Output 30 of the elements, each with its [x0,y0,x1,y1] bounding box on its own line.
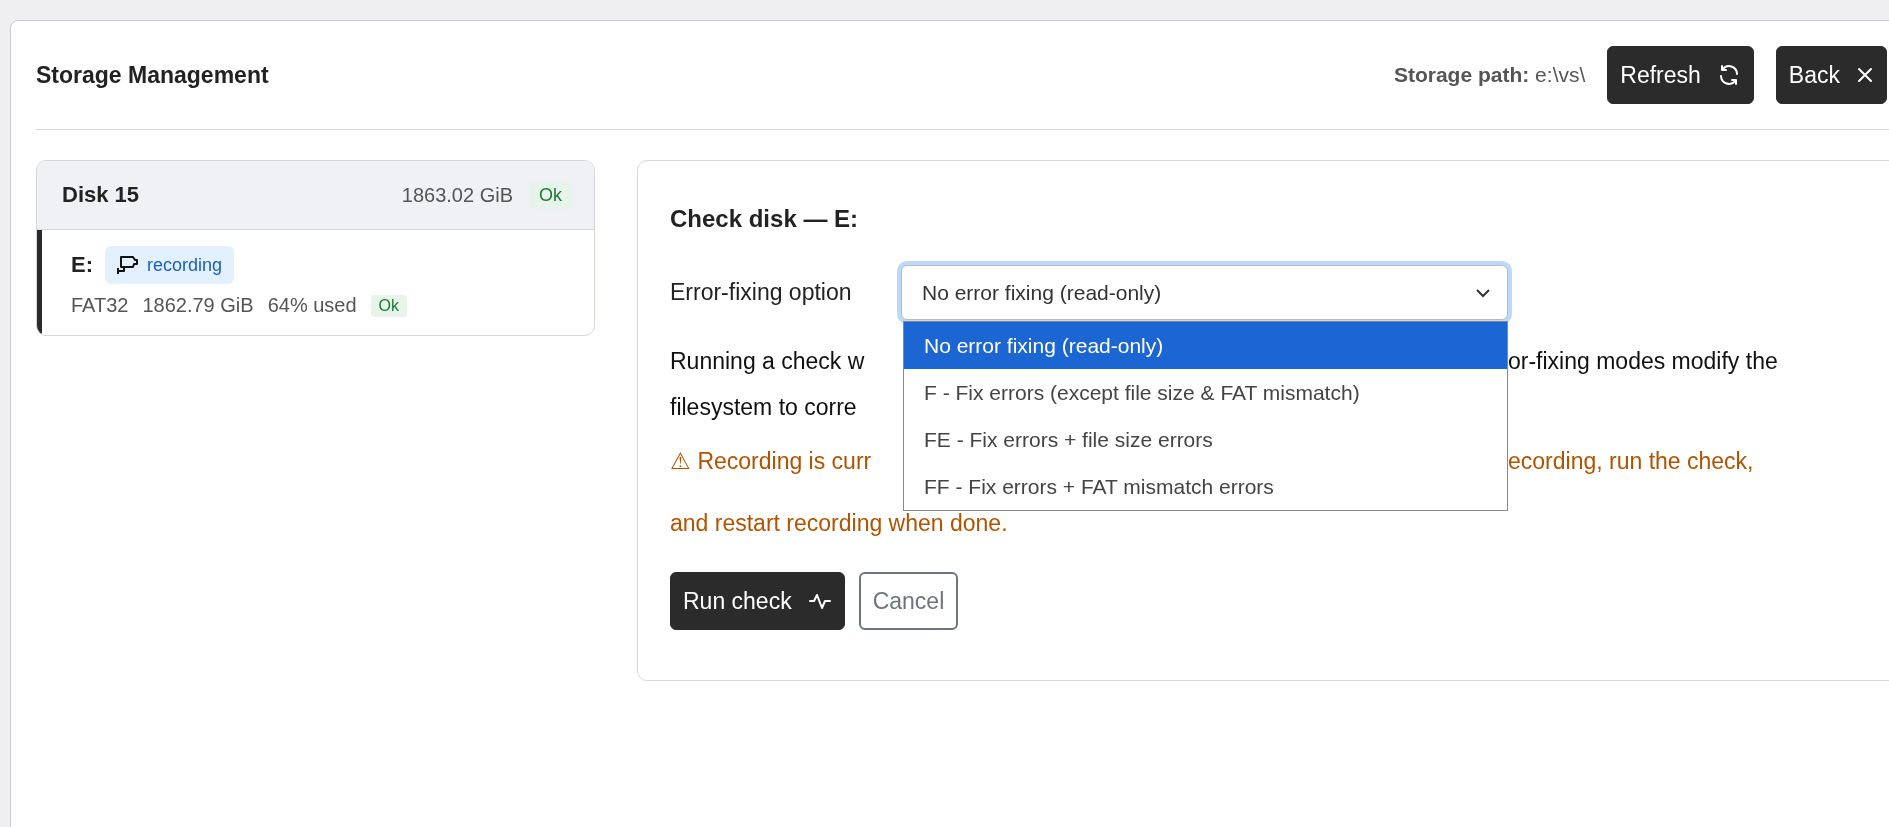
disk-name: Disk 15 [62,182,141,208]
dropdown-option[interactable]: F - Fix errors (except file size & FAT mismatch) [904,369,1507,416]
description-text: filesystem to corre [670,393,857,422]
disk-size: 1863.02 GiB [401,183,513,207]
filesystem-label: FAT32 [71,294,129,317]
dropdown-option[interactable]: No error fixing (read-only) [904,322,1507,369]
field-label: Error-fixing option [670,279,853,306]
storage-path: Storage path: e:\vs\ [1393,63,1586,87]
description-text: or-fixing modes modify the [1508,347,1779,376]
page-title: Storage Management [36,61,270,89]
recording-tag: recording [105,246,235,284]
status-badge: Ok [370,294,408,317]
back-button[interactable]: Back [1775,46,1887,104]
status-badge: Ok [529,181,572,209]
camera-icon [115,254,139,276]
volume-letter: E: [71,252,93,278]
dropdown-option[interactable]: FE - Fix errors + file size errors [904,416,1507,463]
usage-label: 64% used [267,294,357,317]
warning-text: ⚠ Recording is curr [670,447,873,476]
volume-size: 1862.79 GiB [142,294,254,317]
close-icon [1856,66,1874,84]
description-text: Running a check w [670,347,866,376]
warning-text: and restart recording when done. [670,509,1008,538]
run-check-button[interactable]: Run check [670,572,845,630]
refresh-button[interactable]: Refresh [1607,46,1754,104]
panel-title: Check disk — E: [670,205,860,233]
cancel-button[interactable]: Cancel [858,572,959,630]
dropdown-option[interactable]: FF - Fix errors + FAT mismatch errors [904,463,1507,510]
warning-text: ecording, run the check, [1508,447,1755,476]
volume-item[interactable]: E: recording FAT32 1862.79 GiB 64% used Ok [37,230,594,335]
